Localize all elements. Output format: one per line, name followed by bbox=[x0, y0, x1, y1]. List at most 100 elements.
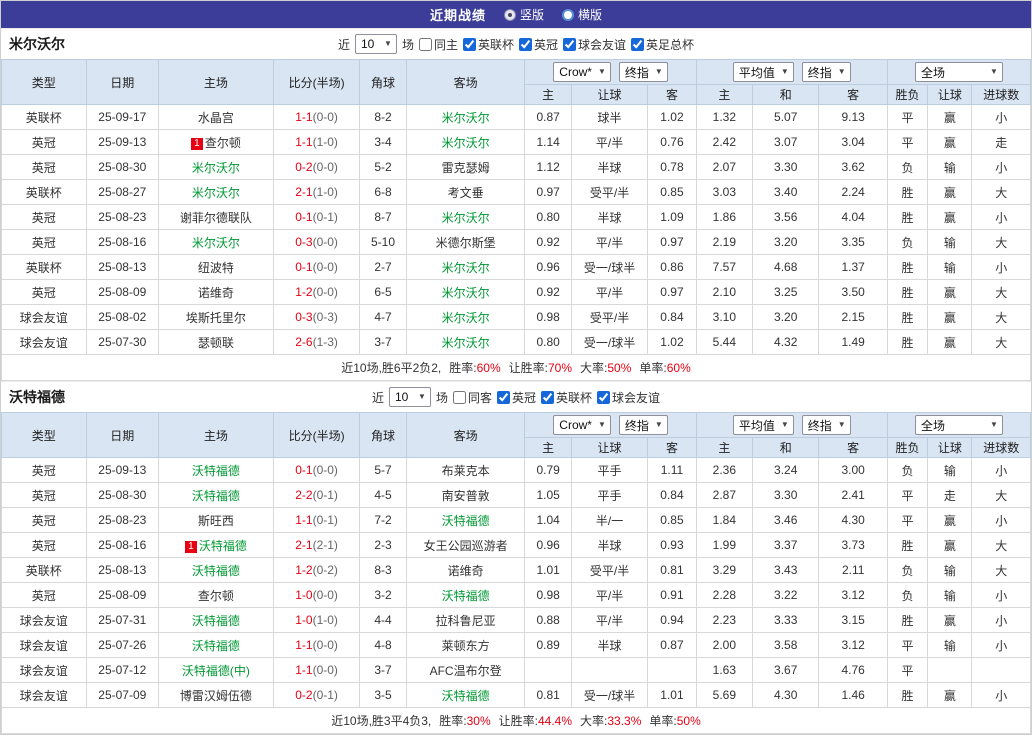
handicap-result-cell: 赢 bbox=[927, 279, 973, 305]
league-checkbox[interactable] bbox=[631, 37, 645, 51]
away-team[interactable]: 沃特福德 bbox=[442, 689, 490, 703]
half-time-score: (0-2) bbox=[312, 563, 338, 577]
away-team[interactable]: 沃特福德 bbox=[442, 514, 490, 528]
away-team-cell: 莱顿东方 bbox=[405, 632, 526, 658]
asia-odds-source-select[interactable]: Crow* ▼ bbox=[553, 62, 611, 82]
league-checkbox[interactable] bbox=[497, 390, 510, 404]
away-team[interactable]: 沃特福德 bbox=[442, 589, 490, 603]
euro-draw-odds: 3.33 bbox=[752, 607, 820, 633]
away-team[interactable]: 米德尔斯堡 bbox=[436, 236, 496, 250]
home-team[interactable]: 纽波特 bbox=[198, 261, 234, 275]
away-team[interactable]: 米尔沃尔 bbox=[442, 211, 490, 225]
asia-odds-source-select[interactable]: Crow* ▼ bbox=[553, 415, 611, 435]
home-team[interactable]: 沃特福德 bbox=[192, 489, 240, 503]
league-filter[interactable]: 英联杯 bbox=[462, 36, 514, 53]
euro-home-odds: 2.10 bbox=[695, 279, 754, 305]
euro-home-odds: 7.57 bbox=[695, 254, 754, 280]
league-checkbox[interactable] bbox=[519, 37, 532, 51]
euro-odds-source-select[interactable]: 平均值 ▼ bbox=[732, 62, 794, 82]
home-team[interactable]: 沃特福德 bbox=[192, 639, 240, 653]
euro-odds-mode-select[interactable]: 终指 ▼ bbox=[801, 415, 851, 435]
league-filter[interactable]: 英冠 bbox=[519, 36, 558, 53]
euro-home-odds: 2.23 bbox=[695, 607, 754, 633]
asia-handicap-line: 半球 bbox=[570, 154, 649, 180]
select-value: 10 bbox=[394, 390, 409, 404]
home-team[interactable]: 博雷汉姆伍德 bbox=[180, 689, 252, 703]
home-team-cell: 埃斯托里尔 bbox=[158, 304, 274, 330]
home-team[interactable]: 水晶宫 bbox=[198, 111, 234, 125]
away-team[interactable]: 米尔沃尔 bbox=[442, 261, 490, 275]
select-value: Crow* bbox=[559, 65, 592, 79]
asia-odds-mode-select[interactable]: 终指 ▼ bbox=[618, 62, 668, 82]
handicap-result-cell: 走 bbox=[927, 482, 973, 508]
away-team[interactable]: 布莱克本 bbox=[442, 464, 490, 478]
home-team[interactable]: 斯旺西 bbox=[198, 514, 234, 528]
league-filter[interactable]: 球会友谊 bbox=[563, 36, 626, 53]
away-team-cell: 米尔沃尔 bbox=[405, 104, 526, 130]
away-team[interactable]: 考文垂 bbox=[448, 186, 484, 200]
goals-scope-select[interactable]: 全场 ▼ bbox=[914, 62, 1003, 82]
home-team[interactable]: 沃特福德 bbox=[192, 464, 240, 478]
games-count-select[interactable]: 10 ▼ bbox=[388, 387, 431, 407]
filters: 近 10 ▼ 场 同客 英冠 英联杯 球会友谊 bbox=[372, 387, 660, 407]
home-team[interactable]: 瑟顿联 bbox=[198, 336, 234, 350]
league-checkbox[interactable] bbox=[462, 37, 476, 51]
home-team[interactable]: 谢菲尔德联队 bbox=[180, 211, 252, 225]
home-team[interactable]: 诺维奇 bbox=[198, 286, 234, 300]
away-team[interactable]: 拉科鲁尼亚 bbox=[436, 614, 496, 628]
same-venue-filter[interactable]: 同客 bbox=[452, 389, 492, 406]
goals-result-cell: 小 bbox=[971, 104, 1031, 130]
handicap-result-cell: 赢 bbox=[927, 179, 973, 205]
goals-scope-select[interactable]: 全场 ▼ bbox=[914, 415, 1003, 435]
league-checkbox[interactable] bbox=[541, 390, 555, 404]
asia-away-odds: 1.01 bbox=[647, 682, 697, 708]
handicap-result-cell bbox=[927, 657, 973, 683]
home-team[interactable]: 查尔顿 bbox=[205, 136, 241, 150]
layout-vertical-option[interactable]: 竖版 bbox=[503, 6, 544, 23]
away-team[interactable]: 米尔沃尔 bbox=[442, 311, 490, 325]
league-filter[interactable]: 英冠 bbox=[497, 389, 536, 406]
home-team[interactable]: 沃特福德(中) bbox=[182, 664, 250, 678]
euro-odds-source-select[interactable]: 平均值 ▼ bbox=[732, 415, 794, 435]
euro-odds-mode-select[interactable]: 终指 ▼ bbox=[801, 62, 851, 82]
away-team[interactable]: 米尔沃尔 bbox=[442, 136, 490, 150]
away-team[interactable]: AFC温布尔登 bbox=[430, 664, 502, 678]
corner-score: 3-5 bbox=[359, 682, 407, 708]
home-team[interactable]: 沃特福德 bbox=[199, 539, 247, 553]
handicap-rate-label: 让胜率: bbox=[498, 714, 538, 728]
away-team[interactable]: 南安普敦 bbox=[442, 489, 490, 503]
handicap-result-cell: 赢 bbox=[927, 129, 973, 155]
home-team[interactable]: 沃特福德 bbox=[192, 614, 240, 628]
home-team[interactable]: 沃特福德 bbox=[192, 564, 240, 578]
goals-result-cell: 小 bbox=[971, 582, 1031, 608]
same-venue-filter[interactable]: 同主 bbox=[418, 36, 458, 53]
same-venue-checkbox[interactable] bbox=[452, 390, 466, 404]
corner-score: 4-5 bbox=[359, 482, 407, 508]
away-team[interactable]: 雷克瑟姆 bbox=[442, 161, 490, 175]
home-team[interactable]: 米尔沃尔 bbox=[192, 236, 240, 250]
asia-odds-mode-select[interactable]: 终指 ▼ bbox=[618, 415, 668, 435]
home-team[interactable]: 查尔顿 bbox=[198, 589, 234, 603]
home-team[interactable]: 米尔沃尔 bbox=[192, 161, 240, 175]
league-checkbox[interactable] bbox=[597, 390, 611, 404]
games-count-select[interactable]: 10 ▼ bbox=[354, 34, 397, 54]
away-team[interactable]: 诺维奇 bbox=[448, 564, 484, 578]
league-filter[interactable]: 球会友谊 bbox=[597, 389, 660, 406]
league-checkbox[interactable] bbox=[563, 37, 577, 51]
league-filter[interactable]: 英足总杯 bbox=[631, 36, 694, 53]
handicap-result-cell: 赢 bbox=[927, 682, 973, 708]
league-filter[interactable]: 英联杯 bbox=[541, 389, 592, 406]
away-team[interactable]: 米尔沃尔 bbox=[442, 111, 490, 125]
corner-score: 8-3 bbox=[359, 557, 407, 583]
same-venue-checkbox[interactable] bbox=[418, 37, 432, 51]
away-team[interactable]: 女王公园巡游者 bbox=[424, 539, 508, 553]
match-date: 25-08-13 bbox=[85, 254, 160, 280]
layout-horizontal-option[interactable]: 横版 bbox=[562, 6, 602, 23]
euro-away-odds: 3.73 bbox=[818, 532, 888, 558]
home-team[interactable]: 埃斯托里尔 bbox=[186, 311, 246, 325]
away-team[interactable]: 米尔沃尔 bbox=[442, 336, 490, 350]
away-team[interactable]: 米尔沃尔 bbox=[442, 286, 490, 300]
full-time-score: 2-2 bbox=[295, 488, 313, 502]
away-team[interactable]: 莱顿东方 bbox=[442, 639, 490, 653]
home-team[interactable]: 米尔沃尔 bbox=[192, 186, 240, 200]
